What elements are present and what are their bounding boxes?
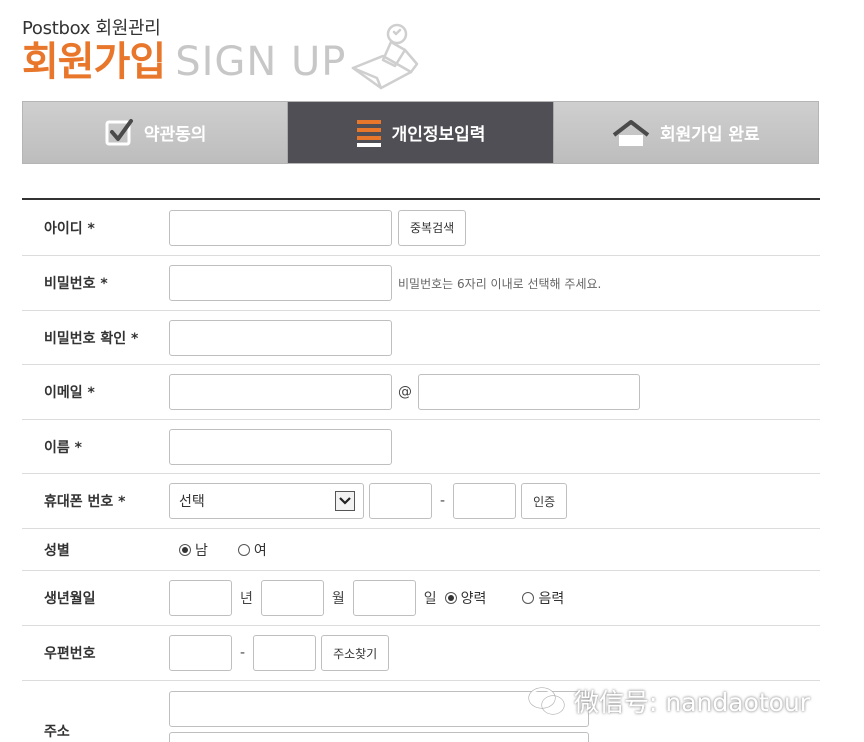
email-local-input[interactable] (169, 374, 392, 410)
list-icon (356, 118, 382, 148)
id-label: 아이디 * (44, 220, 95, 237)
page-title: 회원가입 SIGN UP (22, 42, 346, 82)
birth-year-unit: 년 (240, 591, 253, 607)
mascot-icon (351, 23, 419, 90)
phone-dash: - (440, 493, 446, 509)
gender-male-label: 남 (195, 542, 208, 559)
phone-label: 휴대폰 번호 * (44, 494, 126, 510)
wechat-watermark: 微信号: nandaotour (528, 683, 810, 719)
gender-male-option[interactable]: 남 (179, 540, 208, 560)
form-row-password: 비밀번호 * 비밀번호는 6자리 이내로 선택해 주세요. (22, 256, 820, 311)
birth-day-unit: 일 (423, 591, 437, 607)
chevron-down-icon[interactable] (335, 491, 355, 511)
form-row-zipcode: 우편번호 - 주소찾기 (22, 626, 820, 681)
step-personal-info[interactable]: 개인정보입력 (288, 102, 554, 163)
page-title-english: SIGN UP (175, 39, 347, 85)
address-line1-input[interactable] (169, 691, 589, 727)
calendar-lunar-radio[interactable] (522, 592, 535, 604)
form-row-gender: 성별 남 여 (22, 529, 820, 571)
phone-prefix-select[interactable]: 선택 (169, 483, 364, 519)
calendar-lunar-label: 음력 (538, 591, 565, 607)
gender-female-radio[interactable] (237, 543, 250, 556)
watermark-text: 微信号: nandaotour (574, 688, 811, 717)
page-header: Postbox 회원관리 회원가입 SIGN UP (22, 12, 442, 92)
phone-prefix-value: 선택 (179, 494, 205, 510)
password-hint: 비밀번호는 6자리 이내로 선택해 주세요. (398, 276, 602, 291)
address-line2-input[interactable] (169, 732, 589, 742)
address-label: 주소 (44, 724, 70, 740)
phone-verify-button[interactable]: 인증 (521, 483, 568, 519)
calendar-lunar-option[interactable]: 음력 (522, 588, 564, 608)
form-row-email: 이메일 * @ (22, 365, 820, 420)
password-confirm-input[interactable] (169, 319, 392, 356)
step-personal-info-label: 개인정보입력 (391, 125, 486, 145)
birth-day-input[interactable] (352, 580, 416, 616)
calendar-solar-radio[interactable] (444, 592, 457, 604)
birth-year-input[interactable] (169, 580, 232, 616)
birth-month-unit: 월 (331, 591, 345, 607)
form-row-name: 이름 * (22, 420, 820, 474)
step-terms[interactable]: 약관동의 (23, 102, 289, 163)
password-label: 비밀번호 * (44, 276, 108, 292)
calendar-solar-label: 양력 (460, 591, 487, 607)
page-title-korean: 회원가입 (22, 39, 166, 85)
gender-female-label: 여 (253, 542, 267, 559)
phone-middle-input[interactable] (369, 483, 432, 519)
gender-female-option[interactable]: 여 (237, 540, 267, 560)
zipcode-first-input[interactable] (169, 635, 232, 671)
signup-steps: 약관동의 개인정보입력 회원가입 완료 (22, 101, 819, 164)
phone-last-input[interactable] (453, 483, 517, 519)
checkbox-icon (104, 118, 134, 148)
name-input[interactable] (169, 428, 392, 465)
gender-male-radio[interactable] (179, 543, 191, 556)
birthdate-label: 생년월일 (44, 591, 96, 607)
birth-month-input[interactable] (260, 580, 324, 616)
brand-subtitle: Postbox 회원관리 (22, 18, 161, 39)
step-complete-label: 회원가입 완료 (659, 125, 760, 145)
id-input[interactable] (169, 209, 392, 246)
password-confirm-label: 비밀번호 확인 * (44, 330, 139, 347)
wechat-icon (528, 687, 565, 715)
email-label: 이메일 * (44, 385, 95, 401)
form-row-birthdate: 생년월일 년 월 일 양력 음력 (22, 571, 820, 626)
calendar-solar-option[interactable]: 양력 (444, 588, 487, 608)
email-domain-input[interactable] (418, 374, 640, 410)
password-input[interactable] (169, 265, 392, 301)
step-complete[interactable]: 회원가입 완료 (553, 102, 818, 163)
form-row-phone: 휴대폰 번호 * 선택 - 인증 (22, 474, 820, 529)
gender-label: 성별 (44, 542, 70, 559)
form-row-password-confirm: 비밀번호 확인 * (22, 311, 820, 365)
name-label: 이름 * (44, 439, 82, 456)
step-terms-label: 약관동의 (143, 125, 207, 145)
address-search-button[interactable]: 주소찾기 (321, 635, 390, 671)
house-icon (612, 119, 650, 147)
zipcode-dash: - (240, 645, 246, 661)
form-row-id: 아이디 * 중복검색 (22, 200, 820, 256)
signup-form: 아이디 * 중복검색 비밀번호 * 비밀번호는 6자리 이내로 선택해 주세요.… (22, 198, 820, 742)
id-check-button[interactable]: 중복검색 (398, 209, 467, 246)
zipcode-label: 우편번호 (44, 646, 96, 662)
email-at-sign: @ (398, 384, 412, 400)
zipcode-second-input[interactable] (253, 635, 317, 671)
